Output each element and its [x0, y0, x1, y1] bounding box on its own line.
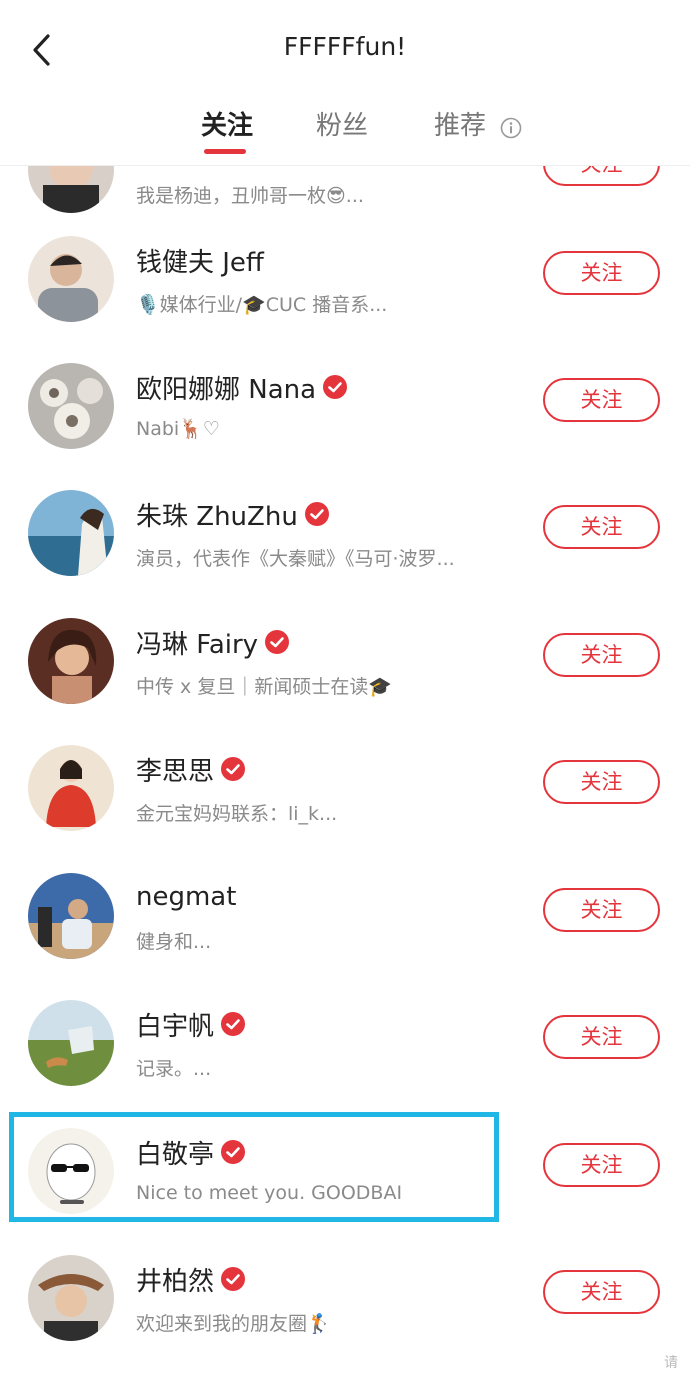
- top-navigation-bar: FFFFFfun! 关注 粉丝 推荐: [0, 0, 690, 166]
- follow-button[interactable]: 关注: [543, 378, 660, 422]
- avatar[interactable]: [28, 873, 114, 959]
- verified-badge-icon: [221, 757, 246, 781]
- user-name[interactable]: 李思思: [136, 751, 214, 788]
- list-item[interactable]: 欧阳娜娜 Nana Nabi🦌♡ 关注: [0, 343, 690, 471]
- avatar[interactable]: [28, 1000, 114, 1086]
- follow-button[interactable]: 关注: [543, 505, 660, 549]
- user-name[interactable]: 欧阳娜娜 Nana: [136, 369, 316, 406]
- tab-bar: 关注 粉丝 推荐: [0, 105, 690, 155]
- active-tab-indicator: [204, 149, 246, 154]
- avatar[interactable]: [28, 363, 114, 449]
- user-name[interactable]: 冯琳 Fairy: [136, 624, 258, 661]
- avatar[interactable]: [28, 490, 114, 576]
- verified-badge-icon: [221, 1267, 246, 1291]
- user-bio: 记录。...: [136, 1058, 212, 1080]
- list-item[interactable]: 冯琳 Fairy 中传 x 复旦｜新闻硕士在读🎓 关注: [0, 598, 690, 726]
- verified-badge-icon: [323, 375, 348, 399]
- follow-button[interactable]: 关注: [543, 633, 660, 677]
- user-name[interactable]: 钱健夫 Jeff: [136, 242, 264, 279]
- tab-recommended[interactable]: 推荐: [434, 105, 486, 142]
- list-item[interactable]: negmat 健身和... 关注: [0, 853, 690, 981]
- user-bio: 我是杨迪，丑帅哥一枚😎...: [136, 185, 364, 207]
- verified-badge-icon: [265, 630, 290, 654]
- list-item[interactable]: 李思思 金元宝妈妈联系：li_k... 关注: [0, 725, 690, 853]
- user-bio: 中传 x 复旦｜新闻硕士在读🎓: [136, 676, 392, 698]
- avatar[interactable]: [28, 745, 114, 831]
- tab-fans[interactable]: 粉丝: [316, 105, 368, 142]
- follow-button[interactable]: 关注: [543, 1015, 660, 1059]
- follow-button[interactable]: 关注: [543, 888, 660, 932]
- following-list-page: 我是杨迪，丑帅哥一枚😎... 关注 钱健夫 Jeff 🎙️媒体行业/🎓CUC 播…: [0, 0, 690, 1385]
- verified-badge-icon: [221, 1140, 246, 1164]
- watermark-text: 请: [664, 1355, 678, 1371]
- tab-following[interactable]: 关注: [201, 105, 253, 142]
- user-bio: 🎙️媒体行业/🎓CUC 播音系...: [136, 294, 388, 316]
- list-item[interactable]: 井柏然 欢迎来到我的朋友圈🏌️ 关注: [0, 1235, 690, 1363]
- avatar[interactable]: [28, 618, 114, 704]
- user-bio: 金元宝妈妈联系：li_k...: [136, 803, 338, 825]
- user-bio: 演员，代表作《大秦赋》《马可·波罗...: [136, 548, 455, 570]
- user-bio: Nice to meet you. GOODBAI: [136, 1182, 403, 1204]
- user-bio: 健身和...: [136, 931, 212, 953]
- avatar[interactable]: [28, 1255, 114, 1341]
- list-item[interactable]: 白宇帆 记录。... 关注: [0, 980, 690, 1108]
- user-name[interactable]: negmat: [136, 882, 236, 912]
- user-name[interactable]: 白宇帆: [136, 1006, 214, 1043]
- user-name[interactable]: 朱珠 ZhuZhu: [136, 496, 298, 533]
- follow-button[interactable]: 关注: [543, 251, 660, 295]
- follow-button[interactable]: 关注: [543, 1143, 660, 1187]
- user-bio: Nabi🦌♡: [136, 418, 220, 440]
- follow-button[interactable]: 关注: [543, 1270, 660, 1314]
- verified-badge-icon: [221, 1012, 246, 1036]
- avatar[interactable]: [28, 236, 114, 322]
- user-name[interactable]: 井柏然: [136, 1261, 214, 1298]
- list-item[interactable]: 白敬亭 Nice to meet you. GOODBAI 关注: [0, 1108, 690, 1236]
- list-item[interactable]: 朱珠 ZhuZhu 演员，代表作《大秦赋》《马可·波罗... 关注: [0, 470, 690, 598]
- verified-badge-icon: [304, 502, 329, 526]
- follow-button[interactable]: 关注: [543, 760, 660, 804]
- avatar[interactable]: [28, 1128, 114, 1214]
- page-title: FFFFFfun!: [283, 32, 407, 61]
- user-name[interactable]: 白敬亭: [136, 1134, 214, 1171]
- info-icon[interactable]: [500, 117, 522, 139]
- user-bio: 欢迎来到我的朋友圈🏌️: [136, 1313, 331, 1335]
- list-item[interactable]: 钱健夫 Jeff 🎙️媒体行业/🎓CUC 播音系... 关注: [0, 216, 690, 344]
